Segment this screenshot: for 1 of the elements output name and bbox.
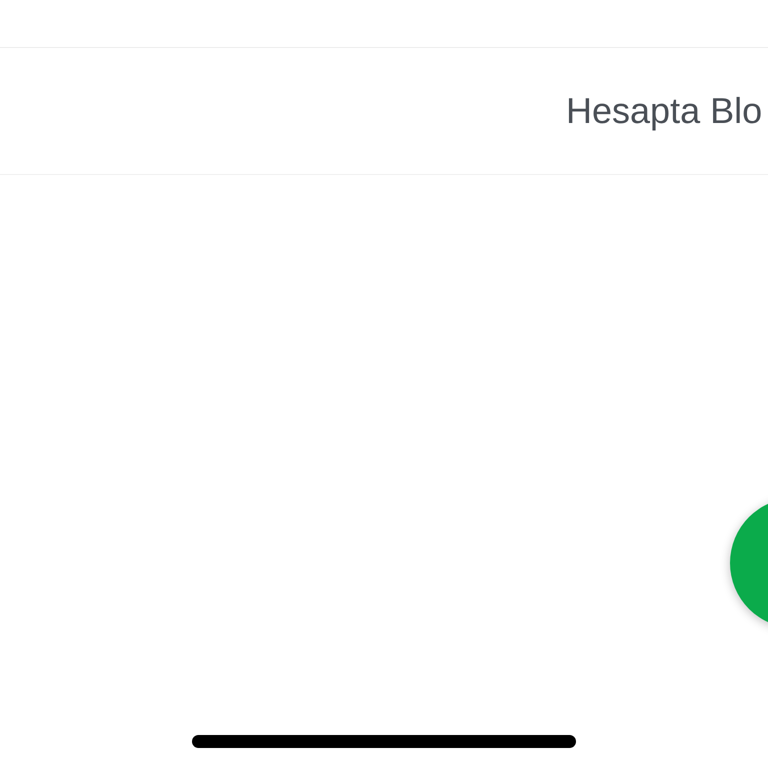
page-title: Hesapta Blo [566,89,762,133]
